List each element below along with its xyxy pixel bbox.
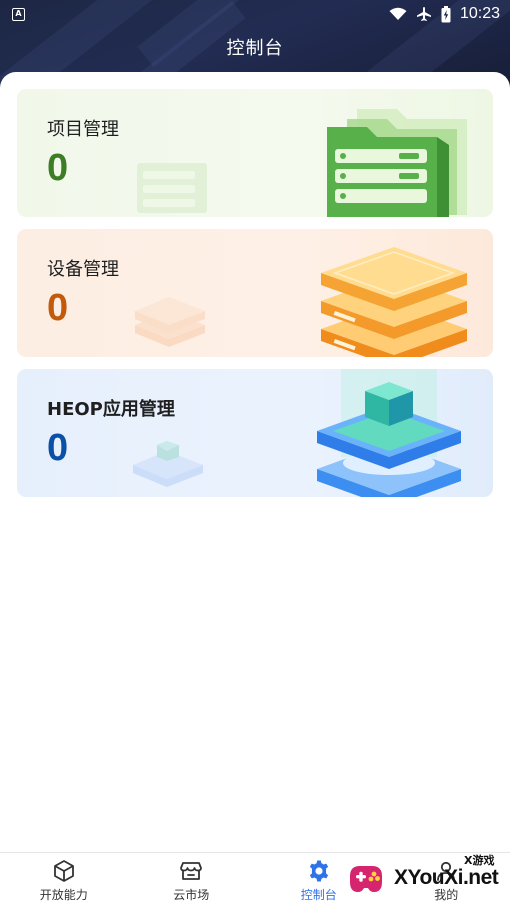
project-management-label: 项目管理 xyxy=(47,119,119,140)
wifi-icon xyxy=(389,7,407,20)
heop-app-management-label: HEOP应用管理 xyxy=(47,399,175,420)
watermark: X游戏 XYouXi.net xyxy=(336,850,510,906)
status-time: 10:23 xyxy=(459,5,500,22)
status-icons: 10:23 xyxy=(389,5,500,23)
folder-illustration xyxy=(137,109,467,217)
project-count: 0 xyxy=(47,147,69,189)
nav-label-cloud-market: 云市场 xyxy=(173,888,210,902)
nav-label-open-capabilities: 开放能力 xyxy=(39,888,88,902)
device-count: 0 xyxy=(47,287,69,329)
nav-item-open-capabilities[interactable]: 开放能力 xyxy=(0,853,128,906)
device-management-card[interactable]: 设备管理 0 xyxy=(17,229,493,357)
heop-count: 0 xyxy=(47,427,69,469)
cube-platform-illustration xyxy=(133,369,461,497)
nav-item-cloud-market[interactable]: 云市场 xyxy=(128,853,256,906)
device-management-label: 设备管理 xyxy=(47,259,119,280)
battery-charging-icon xyxy=(441,5,451,22)
page-title: 控制台 xyxy=(226,38,284,59)
gear-icon xyxy=(309,860,328,882)
heop-app-management-card[interactable]: HEOP应用管理 0 xyxy=(17,369,493,497)
store-icon xyxy=(180,862,203,880)
app-root: A 10:23 控制台 项目管理 0 设备管理 0 HEOP应用管理 0 开放能… xyxy=(0,0,510,906)
cube-icon xyxy=(53,860,74,882)
nav-label-console: 控制台 xyxy=(300,888,337,902)
a-letter-icon: A xyxy=(12,7,25,21)
server-stack-illustration xyxy=(135,247,467,357)
content-sheet: 项目管理 0 设备管理 0 HEOP应用管理 0 xyxy=(0,72,510,852)
status-bar: A 10:23 xyxy=(0,0,510,28)
watermark-text: XYouXi.net xyxy=(394,866,499,889)
gamepad-logo-icon xyxy=(341,853,391,903)
project-management-card[interactable]: 项目管理 0 xyxy=(17,89,493,217)
airplane-icon xyxy=(416,7,431,21)
